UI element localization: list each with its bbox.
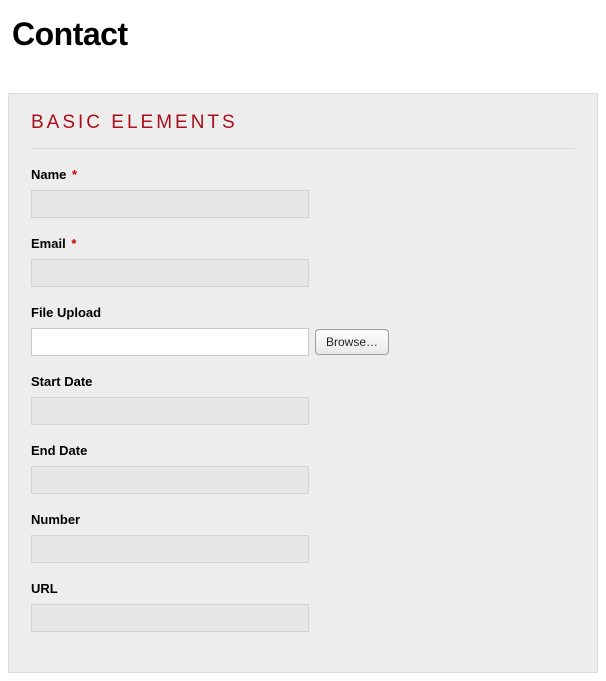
field-group-number: Number — [31, 512, 575, 563]
number-label: Number — [31, 512, 575, 527]
field-group-start-date: Start Date — [31, 374, 575, 425]
form-card: BASIC ELEMENTS Name * Email * File Uploa… — [8, 93, 598, 673]
field-group-url: URL — [31, 581, 575, 632]
file-upload-path-input[interactable] — [31, 328, 309, 356]
email-label: Email * — [31, 236, 575, 251]
start-date-label: Start Date — [31, 374, 575, 389]
required-asterisk: * — [72, 167, 77, 182]
url-input[interactable] — [31, 604, 309, 632]
section-divider — [31, 148, 575, 149]
section-title: BASIC ELEMENTS — [31, 112, 575, 134]
browse-button[interactable]: Browse… — [315, 329, 389, 355]
email-label-text: Email — [31, 236, 66, 251]
field-group-name: Name * — [31, 167, 575, 218]
email-input[interactable] — [31, 259, 309, 287]
field-group-email: Email * — [31, 236, 575, 287]
name-label-text: Name — [31, 167, 66, 182]
url-label: URL — [31, 581, 575, 596]
field-group-end-date: End Date — [31, 443, 575, 494]
file-upload-row: Browse… — [31, 328, 575, 356]
start-date-input[interactable] — [31, 397, 309, 425]
page-title: Contact — [12, 16, 598, 53]
field-group-file-upload: File Upload Browse… — [31, 305, 575, 356]
end-date-label: End Date — [31, 443, 575, 458]
end-date-input[interactable] — [31, 466, 309, 494]
required-asterisk: * — [71, 236, 76, 251]
number-input[interactable] — [31, 535, 309, 563]
name-input[interactable] — [31, 190, 309, 218]
name-label: Name * — [31, 167, 575, 182]
file-upload-label: File Upload — [31, 305, 575, 320]
